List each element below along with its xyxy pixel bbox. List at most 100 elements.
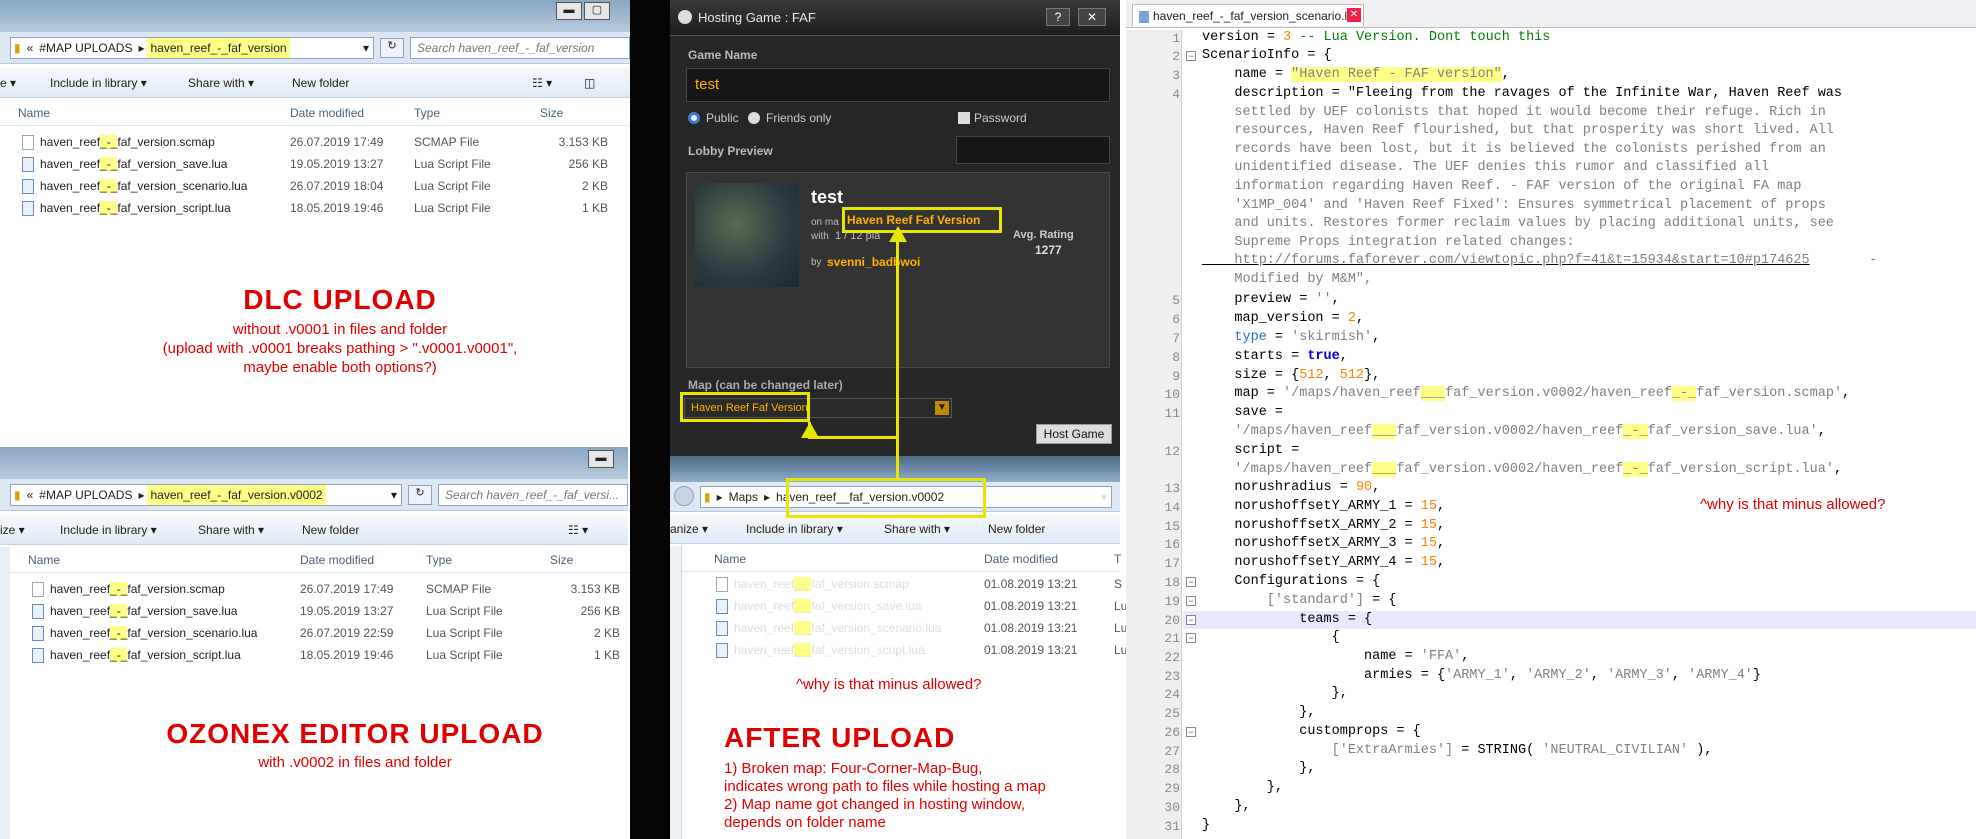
column-name[interactable]: Name <box>714 552 746 566</box>
code-line[interactable]: { <box>1202 630 1340 645</box>
close-button[interactable]: ✕ <box>1078 8 1106 26</box>
table-row[interactable]: haven_reef_-_faf_version_script.lua 18.05… <box>0 198 630 220</box>
tab-scenario-lua[interactable]: haven_reef_-_faf_version_scenario.lua ✕ <box>1132 4 1364 26</box>
minimize-button[interactable]: ▬ <box>556 2 582 20</box>
fold-toggle-icon[interactable]: − <box>1186 51 1196 61</box>
table-row[interactable]: haven_reef_-_faf_version_script.lua 18.05… <box>0 645 628 667</box>
organize-button[interactable]: anize ▾ <box>670 522 708 536</box>
column-size[interactable]: Size <box>550 553 573 567</box>
friends-only-radio[interactable] <box>748 112 760 124</box>
back-button[interactable] <box>674 486 694 506</box>
code-line[interactable]: map = '/maps/haven_reef___faf_version.v0… <box>1202 386 1850 401</box>
chevron-down-icon[interactable]: ▼ <box>935 401 949 415</box>
table-row[interactable]: haven_reef_-_faf_version_scenario.lua 26.… <box>0 623 628 645</box>
host-game-button[interactable]: Host Game <box>1036 424 1112 444</box>
column-name[interactable]: Name <box>18 106 50 120</box>
column-type[interactable]: T <box>1114 552 1121 566</box>
code-line[interactable]: customprops = { <box>1202 724 1421 739</box>
password-checkbox[interactable] <box>958 112 970 124</box>
code-line[interactable]: size = {512, 512}, <box>1202 368 1380 383</box>
code-line[interactable]: }, <box>1202 761 1315 776</box>
code-line[interactable]: }, <box>1202 686 1348 701</box>
breadcrumb-map-uploads[interactable]: #MAP UPLOADS <box>36 485 135 505</box>
breadcrumb-separator-icon[interactable]: ▸ <box>135 485 147 505</box>
view-options-icon[interactable]: ☷ ▾ <box>568 523 588 537</box>
breadcrumb-separator-icon[interactable]: ▸ <box>761 487 773 507</box>
organize-button[interactable]: e ▾ <box>0 76 16 90</box>
code-line[interactable]: }, <box>1202 799 1250 814</box>
close-icon[interactable]: ✕ <box>1347 8 1361 22</box>
refresh-button[interactable]: ↻ <box>408 485 432 505</box>
table-row[interactable]: haven_reef_-_faf_version.scmap 26.07.2019… <box>0 132 630 154</box>
include-in-library-button[interactable]: Include in library ▾ <box>60 523 157 537</box>
share-with-button[interactable]: Share with ▾ <box>884 522 950 536</box>
new-folder-button[interactable]: New folder <box>292 76 349 90</box>
chevron-down-icon[interactable]: ▾ <box>363 38 369 58</box>
minimize-button[interactable]: ▬ <box>588 450 614 468</box>
share-with-button[interactable]: Share with ▾ <box>198 523 264 537</box>
address-bar[interactable]: ▮ «#MAP UPLOADS ▸ haven_reef_-_faf_version.… <box>10 484 402 506</box>
code-line[interactable]: name = "Haven Reef - FAF version", <box>1202 67 1510 82</box>
column-size[interactable]: Size <box>540 106 563 120</box>
help-button[interactable]: ? <box>1046 8 1070 26</box>
code-line[interactable]: }, <box>1202 780 1283 795</box>
code-line[interactable]: armies = {'ARMY_1', 'ARMY_2', 'ARMY_3', … <box>1202 668 1761 683</box>
fold-toggle-icon[interactable]: − <box>1186 727 1196 737</box>
public-radio[interactable] <box>688 112 700 124</box>
code-line[interactable]: ['standard'] = { <box>1202 593 1397 608</box>
code-line[interactable]: type = 'skirmish', <box>1202 330 1380 345</box>
breadcrumb-overflow[interactable]: « <box>24 485 37 505</box>
refresh-button[interactable]: ↻ <box>380 38 404 58</box>
fold-toggle-icon[interactable]: − <box>1186 577 1196 587</box>
table-row[interactable]: haven_reef_-_faf_version_save.lua 01.08.2… <box>670 596 1127 618</box>
new-folder-button[interactable]: New folder <box>988 522 1045 536</box>
include-in-library-button[interactable]: Include in library ▾ <box>50 76 147 90</box>
code-line[interactable]: } <box>1202 818 1210 833</box>
code-line[interactable]: map_version = 2, <box>1202 311 1364 326</box>
table-row[interactable]: haven_reef_-_faf_version.scmap 01.08.2019… <box>670 574 1122 596</box>
preview-pane-icon[interactable]: ◫ <box>584 76 595 90</box>
column-type[interactable]: Type <box>414 106 440 120</box>
table-row[interactable]: haven_reef_-_faf_version_scenario.lua 26.… <box>0 176 630 198</box>
table-row[interactable]: haven_reef_-_faf_version.scmap 26.07.2019… <box>0 579 628 601</box>
maximize-button[interactable]: ▢ <box>584 2 610 20</box>
breadcrumb-map-uploads[interactable]: #MAP UPLOADS <box>36 38 135 58</box>
chevron-down-icon[interactable]: ▾ <box>391 485 397 505</box>
column-date-modified[interactable]: Date modified <box>984 552 1058 566</box>
column-date-modified[interactable]: Date modified <box>290 106 364 120</box>
breadcrumb-current-folder[interactable]: haven_reef_-_faf_version.v0002 <box>147 485 326 505</box>
fold-toggle-icon[interactable]: − <box>1186 615 1196 625</box>
code-line[interactable]: name = 'FFA', <box>1202 649 1469 664</box>
column-type[interactable]: Type <box>426 553 452 567</box>
organize-button[interactable]: ize ▾ <box>0 523 25 537</box>
table-row[interactable]: haven_reef_-_faf_version_save.lua 19.05.2… <box>0 154 630 176</box>
code-line[interactable]: starts = true, <box>1202 349 1347 364</box>
code-url-link[interactable]: http://forums.faforever.com/viewtopic.ph… <box>1202 253 1809 268</box>
code-line[interactable]: '/maps/haven_reef___faf_version.v0002/ha… <box>1202 461 1842 477</box>
code-line[interactable]: ScenarioInfo = { <box>1202 48 1332 63</box>
code-line[interactable]: norushradius = 90, <box>1202 480 1380 495</box>
breadcrumb-current-folder[interactable]: haven_reef_-_faf_version <box>147 38 290 58</box>
code-line[interactable]: ['ExtraArmies'] = STRING( 'NEUTRAL_CIVIL… <box>1202 743 1713 758</box>
code-line[interactable]: norushoffsetY_ARMY_4 = 15, <box>1202 555 1445 570</box>
code-line[interactable]: '/maps/haven_reef___faf_version.v0002/ha… <box>1202 423 1826 439</box>
code-line[interactable]: Configurations = { <box>1202 574 1380 589</box>
include-in-library-button[interactable]: Include in library ▾ <box>746 522 843 536</box>
column-date-modified[interactable]: Date modified <box>300 553 374 567</box>
chevron-down-icon[interactable]: ▾ <box>1101 487 1107 507</box>
table-row[interactable]: haven_reef_-_faf_version_save.lua 19.05.2… <box>0 601 628 623</box>
code-line[interactable]: preview = '', <box>1202 292 1339 307</box>
fold-toggle-icon[interactable]: − <box>1186 596 1196 606</box>
code-line[interactable]: teams = { <box>1202 612 1372 627</box>
breadcrumb-maps[interactable]: Maps <box>726 487 761 507</box>
new-folder-button[interactable]: New folder <box>302 523 359 537</box>
view-options-icon[interactable]: ☷ ▾ <box>532 76 552 90</box>
search-input[interactable]: Search haven_reef_-_faf_version <box>410 37 630 59</box>
code-line[interactable]: norushoffsetX_ARMY_2 = 15, <box>1202 518 1445 533</box>
share-with-button[interactable]: Share with ▾ <box>188 76 254 90</box>
breadcrumb-separator-icon[interactable]: ▸ <box>714 487 726 507</box>
code-line[interactable]: version = 3 -- Lua Version. Dont touch t… <box>1202 30 1550 45</box>
code-line[interactable]: norushoffsetY_ARMY_1 = 15, <box>1202 499 1445 514</box>
fold-toggle-icon[interactable]: − <box>1186 633 1196 643</box>
code-line[interactable]: norushoffsetX_ARMY_3 = 15, <box>1202 536 1445 551</box>
